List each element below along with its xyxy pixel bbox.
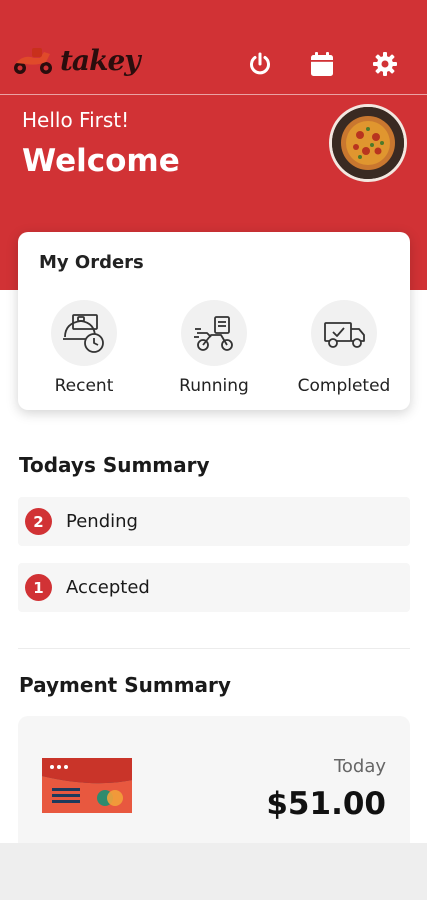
gear-icon [373, 52, 397, 76]
order-tab-running[interactable]: Running [154, 300, 274, 400]
power-button[interactable] [246, 50, 274, 78]
welcome-heading: Welcome [22, 143, 180, 179]
order-tab-recent[interactable]: Recent [24, 300, 144, 400]
payment-amount: $51.00 [266, 786, 386, 822]
section-divider [18, 648, 410, 649]
brand-name: takey [60, 44, 141, 77]
app-screen: takey Hello First! Welcome My Orders Rec… [0, 0, 427, 843]
top-bar: takey [0, 0, 427, 95]
greeting-text: Hello First! [22, 108, 130, 132]
my-orders-card: My Orders Recent Running Completed [18, 232, 410, 410]
payment-summary-card[interactable]: Today $51.00 [18, 716, 410, 843]
order-icon-circle [181, 300, 247, 366]
summary-label-pending: Pending [66, 511, 138, 532]
recent-orders-icon [63, 314, 104, 353]
credit-card-icon [42, 758, 132, 813]
avatar[interactable] [329, 104, 407, 182]
order-label-recent: Recent [54, 376, 114, 396]
bottom-area [0, 843, 427, 900]
count-badge: 2 [25, 508, 52, 535]
delivery-truck-icon [324, 322, 365, 348]
calendar-icon [311, 52, 333, 76]
payment-period: Today [333, 756, 386, 777]
order-icon-circle [51, 300, 117, 366]
order-icon-circle [311, 300, 377, 366]
payment-summary-title: Payment Summary [19, 673, 231, 697]
summary-row-accepted[interactable]: 1 Accepted [18, 563, 410, 612]
scooter-logo-icon [14, 47, 52, 74]
count-badge: 1 [25, 574, 52, 601]
brand-logo: takey [12, 44, 141, 77]
order-tab-completed[interactable]: Completed [284, 300, 404, 400]
pizza-image [332, 107, 404, 179]
summary-label-accepted: Accepted [66, 577, 150, 598]
my-orders-title: My Orders [39, 252, 144, 273]
power-icon [250, 52, 270, 75]
settings-button[interactable] [371, 50, 399, 78]
order-label-running: Running [179, 376, 249, 396]
todays-summary-title: Todays Summary [19, 453, 210, 477]
order-label-completed: Completed [297, 376, 391, 396]
delivery-scooter-icon [194, 316, 233, 351]
summary-row-pending[interactable]: 2 Pending [18, 497, 410, 546]
calendar-button[interactable] [308, 50, 336, 78]
